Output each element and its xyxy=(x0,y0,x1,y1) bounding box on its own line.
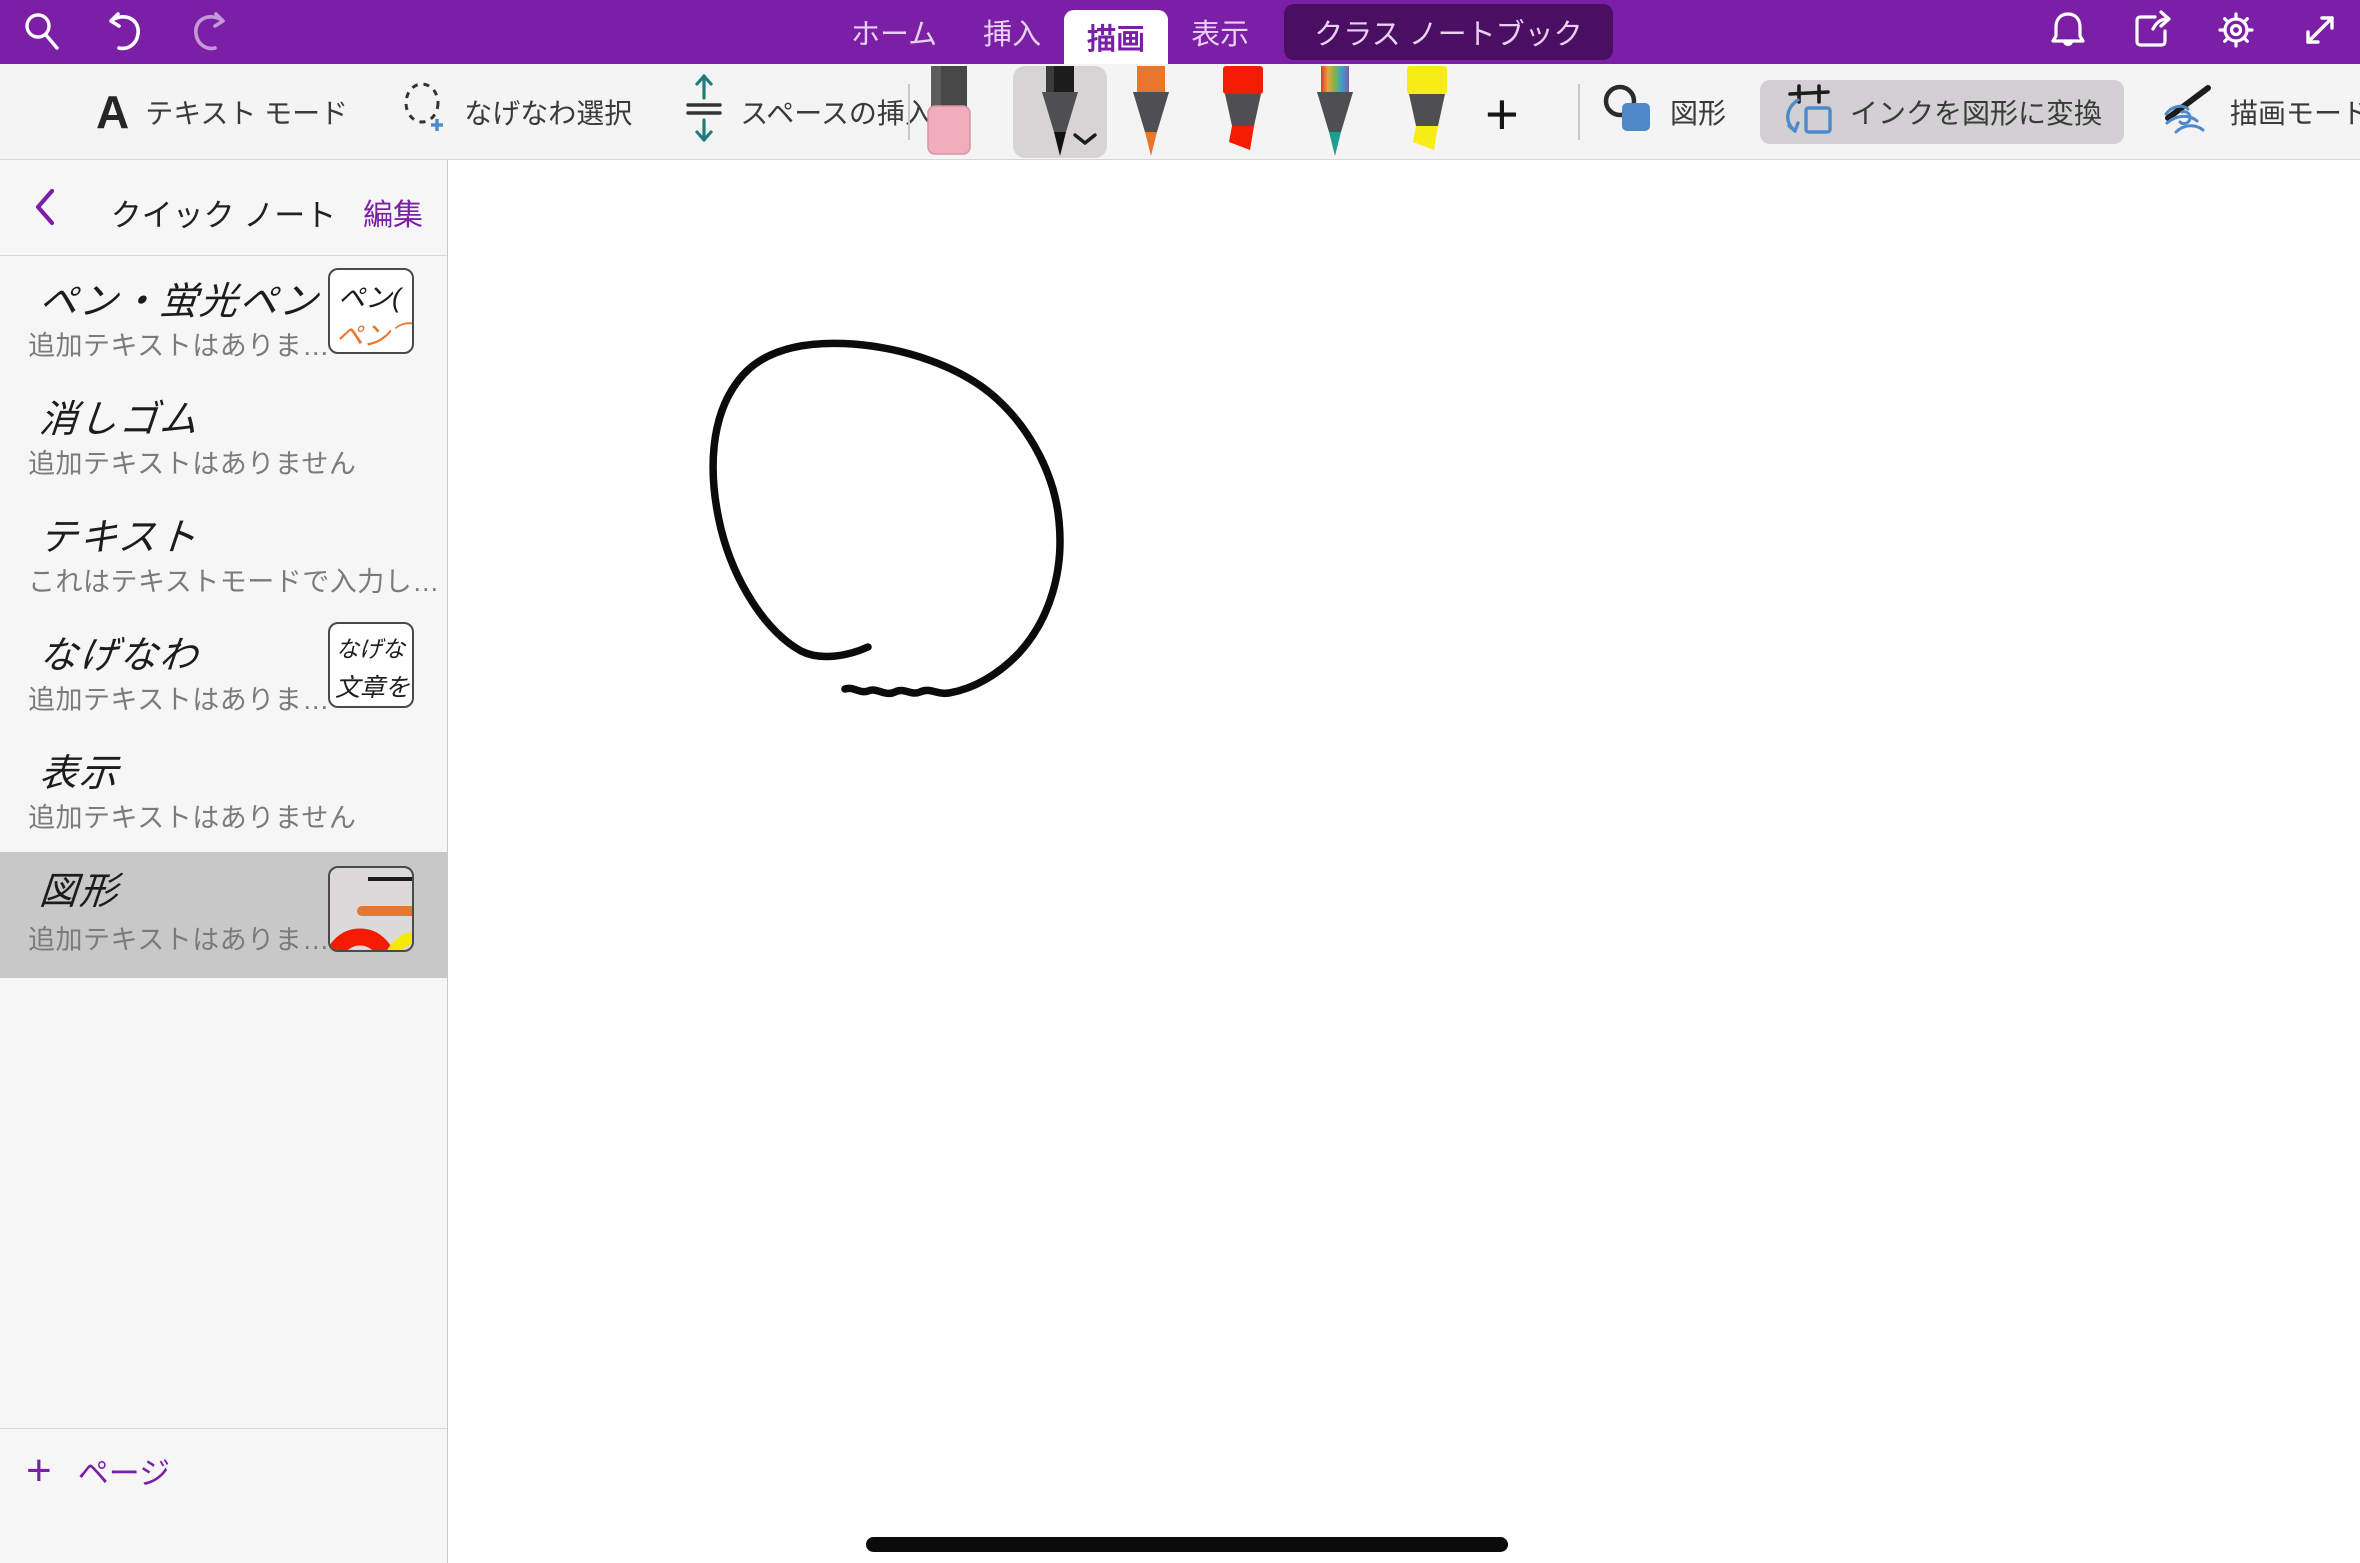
page-title: 消しゴム xyxy=(38,388,203,443)
pen-tray: + xyxy=(925,66,1519,163)
lasso-label: なげなわ選択 xyxy=(464,92,632,132)
orange-pen-tool[interactable] xyxy=(1125,66,1177,161)
page-subtitle: 追加テキストはありま… xyxy=(28,324,330,363)
lasso-icon xyxy=(400,81,448,142)
page-subtitle: 追加テキストはありま… xyxy=(28,678,330,717)
text-mode-label: テキスト モード xyxy=(145,92,348,132)
expand-icon xyxy=(2298,8,2342,57)
topbar-right-actions xyxy=(2044,8,2344,56)
page-thumbnail: ペン( ペン⌒ xyxy=(328,268,414,354)
yellow-highlighter-tool[interactable] xyxy=(1399,66,1455,161)
ribbon-right-group: 図形 インクを図形に変換 xyxy=(1600,64,2360,159)
insert-space-button[interactable]: スペースの挿入 xyxy=(684,72,933,151)
edit-button[interactable]: 編集 xyxy=(363,190,423,234)
search-icon xyxy=(20,10,64,54)
ink-to-shape-icon xyxy=(1782,84,1834,139)
insert-space-label: スペースの挿入 xyxy=(740,92,933,132)
page-subtitle: これはテキストモードで入力し… xyxy=(28,560,440,599)
redo-button[interactable] xyxy=(186,8,234,56)
page-title: なげなわ xyxy=(38,624,203,679)
page-title: 表示 xyxy=(38,742,123,797)
ribbon-divider-2 xyxy=(1578,84,1580,140)
undo-icon xyxy=(102,10,146,54)
add-page-button[interactable]: + ページ xyxy=(26,1448,170,1493)
tab-class-notebook[interactable]: クラス ノートブック xyxy=(1284,4,1612,60)
thumbnail-shapes-drawing xyxy=(330,868,414,952)
lasso-select-button[interactable]: なげなわ選択 xyxy=(400,81,632,142)
thumbnail-ink-text-orange: ペン⌒ xyxy=(336,314,414,353)
share-icon xyxy=(2129,7,2175,58)
thumbnail-ink-text: 文章を xyxy=(335,668,410,704)
rainbow-pen-tool[interactable] xyxy=(1309,66,1361,161)
page-row-view[interactable]: 表示 追加テキストはありません xyxy=(0,734,448,852)
eraser-tool[interactable] xyxy=(925,66,973,163)
gear-icon xyxy=(2213,7,2259,58)
add-pen-button[interactable]: + xyxy=(1485,86,1519,144)
page-row-text[interactable]: テキスト これはテキストモードで入力し… xyxy=(0,498,448,616)
tab-home[interactable]: ホーム xyxy=(828,0,960,64)
plus-icon: + xyxy=(26,1449,52,1493)
tab-draw[interactable]: 描画 xyxy=(1064,10,1168,64)
page-row-pen-highlighter[interactable]: ペン・蛍光ペン 追加テキストはありま… ペン( ペン⌒ xyxy=(0,262,448,380)
bell-icon xyxy=(2046,8,2090,57)
page-thumbnail xyxy=(328,866,414,952)
page-thumbnail: なげな 文章を xyxy=(328,622,414,708)
ribbon-tabs: ホーム 挿入 描画 表示 クラス ノートブック xyxy=(828,0,1613,64)
undo-button[interactable] xyxy=(100,8,148,56)
ribbon-left-group: A テキスト モード なげなわ選択 xyxy=(96,64,933,159)
shapes-label: 図形 xyxy=(1670,92,1726,132)
page-title: テキスト xyxy=(38,506,202,561)
rainbow-pen-icon xyxy=(1309,146,1361,161)
onenote-app: ホーム 挿入 描画 表示 クラス ノートブック xyxy=(0,0,2360,1563)
page-subtitle: 追加テキストはありません xyxy=(28,442,356,481)
ink-to-shape-label: インクを図形に変換 xyxy=(1850,92,2102,132)
page-title: ペン・蛍光ペン xyxy=(38,270,323,325)
sidebar-header: クイック ノート 編集 xyxy=(0,160,447,256)
settings-button[interactable] xyxy=(2212,8,2260,56)
top-app-bar: ホーム 挿入 描画 表示 クラス ノートブック xyxy=(0,0,2360,64)
home-indicator-bar[interactable] xyxy=(866,1537,1508,1552)
text-mode-button[interactable]: A テキスト モード xyxy=(96,89,348,135)
draw-mode-button[interactable]: 描画モード xyxy=(2158,80,2360,143)
draw-mode-label: 描画モード xyxy=(2230,92,2360,132)
share-button[interactable] xyxy=(2128,8,2176,56)
shapes-icon xyxy=(1600,81,1654,142)
drawing-canvas[interactable] xyxy=(449,161,2360,1563)
red-highlighter-tool[interactable] xyxy=(1215,66,1271,161)
insert-space-icon xyxy=(684,72,724,151)
pen-options-chevron-icon[interactable] xyxy=(1073,132,1097,150)
tab-insert[interactable]: 挿入 xyxy=(960,0,1064,64)
shapes-button[interactable]: 図形 xyxy=(1600,81,1726,142)
page-row-eraser[interactable]: 消しゴム 追加テキストはありません xyxy=(0,380,448,498)
page-subtitle: 追加テキストはありません xyxy=(28,796,356,835)
ink-stroke-circle xyxy=(449,161,2360,1563)
ink-to-shape-button[interactable]: インクを図形に変換 xyxy=(1760,80,2124,144)
page-list-sidebar: クイック ノート 編集 ペン・蛍光ペン 追加テキストはありま… ペン( ペン⌒ … xyxy=(0,160,448,1563)
thumbnail-ink-text: なげな xyxy=(336,630,405,664)
draw-ribbon: A テキスト モード なげなわ選択 xyxy=(0,64,2360,160)
orange-pen-icon xyxy=(1125,146,1177,161)
thumbnail-ink-text: ペン( xyxy=(338,276,401,315)
ribbon-divider-1 xyxy=(908,84,910,140)
draw-mode-icon xyxy=(2158,80,2214,143)
sidebar-footer-divider xyxy=(0,1428,447,1429)
page-row-lasso[interactable]: なげなわ 追加テキストはありま… なげな 文章を xyxy=(0,616,448,734)
page-row-shapes-selected[interactable]: 図形 追加テキストはありま… xyxy=(0,852,448,978)
page-title: 図形 xyxy=(38,860,123,915)
notifications-button[interactable] xyxy=(2044,8,2092,56)
text-mode-icon: A xyxy=(96,89,129,135)
search-button[interactable] xyxy=(18,8,66,56)
fullscreen-button[interactable] xyxy=(2296,8,2344,56)
red-highlighter-icon xyxy=(1215,146,1271,161)
redo-icon xyxy=(188,10,232,54)
yellow-highlighter-icon xyxy=(1399,146,1455,161)
tab-view[interactable]: 表示 xyxy=(1168,0,1272,64)
page-subtitle: 追加テキストはありま… xyxy=(28,918,330,957)
black-pen-tool-selected[interactable] xyxy=(1013,66,1107,158)
add-page-label: ページ xyxy=(78,1448,170,1493)
